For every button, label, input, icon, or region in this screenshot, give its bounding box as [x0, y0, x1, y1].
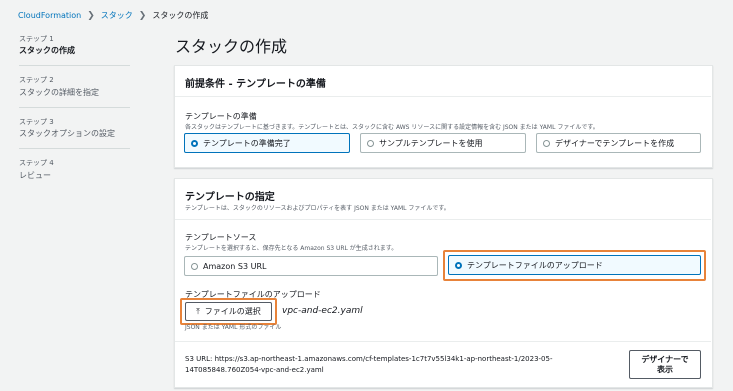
step-3-title: スタックオプションの設定 [19, 129, 115, 138]
radio-selected-icon [191, 139, 198, 147]
upload-icon: ⤒ [196, 306, 200, 316]
prepare-template-description: 各スタックはテンプレートに基づきます。テンプレートとは、スタックに含む AWS … [185, 124, 599, 131]
radio-selected-icon [455, 261, 462, 269]
file-format-hint: JSON または YAML 形式のファイル [185, 324, 282, 331]
s3-url-line: 14T085848.760Z054-vpc-and-ec2.yaml [185, 366, 324, 374]
source-option-s3-url[interactable]: Amazon S3 URL [184, 256, 438, 276]
template-source-description: テンプレートを選択すると、保存先となる Amazon S3 URL が生成されま… [185, 245, 398, 252]
step-1-number: ステップ 1 [19, 35, 54, 43]
choose-file-button[interactable]: ⤒ ファイルの選択 [185, 302, 272, 321]
step-1-title: スタックの作成 [19, 46, 75, 55]
step-divider [19, 107, 130, 108]
option-label: テンプレートの準備完了 [203, 138, 291, 148]
step-4-number: ステップ 4 [19, 159, 54, 167]
designer-button-label: 表示 [657, 364, 673, 374]
breadcrumb-current: スタックの作成 [152, 11, 209, 20]
s3-url-text: S3 URL: https://s3.ap-northeast-1.amazon… [185, 354, 552, 376]
step-divider [19, 148, 130, 149]
chevron-right-icon: ❯ [87, 10, 95, 21]
option-create-in-designer[interactable]: デザイナーでテンプレートを作成 [536, 133, 701, 153]
option-label: Amazon S3 URL [203, 261, 267, 271]
radio-empty-icon [543, 139, 550, 147]
prepare-template-label: テンプレートの準備 [185, 112, 257, 121]
s3-url-line: S3 URL: https://s3.ap-northeast-1.amazon… [185, 355, 553, 363]
view-in-designer-button[interactable]: デザイナーで 表示 [629, 350, 701, 379]
step-3-number: ステップ 3 [19, 118, 54, 126]
option-use-sample-template[interactable]: サンプルテンプレートを使用 [360, 133, 526, 153]
prerequisite-heading: 前提条件 - テンプレートの準備 [185, 79, 326, 90]
step-2-title: スタックの詳細を指定 [19, 88, 99, 97]
specify-template-heading: テンプレートの指定 [185, 192, 275, 203]
page-title: スタックの作成 [175, 37, 288, 56]
panel-divider [175, 341, 711, 342]
choose-file-label: ファイルの選択 [204, 307, 261, 316]
breadcrumb: CloudFormation ❯ スタック ❯ スタックの作成 [18, 10, 208, 21]
specify-template-description: テンプレートは、スタックのリソースおよびプロパティを表す JSON または YA… [185, 205, 450, 212]
panel-divider [175, 96, 711, 97]
source-option-upload-file[interactable]: テンプレートファイルのアップロード [448, 255, 701, 275]
step-divider [19, 65, 130, 66]
breadcrumb-cloudformation-link[interactable]: CloudFormation [18, 11, 81, 20]
option-label: サンプルテンプレートを使用 [379, 138, 483, 148]
option-label: テンプレートファイルのアップロード [467, 260, 603, 270]
breadcrumb-stacks-link[interactable]: スタック [101, 10, 133, 21]
designer-button-label: デザイナーで [641, 354, 689, 364]
step-4-title: レビュー [19, 171, 51, 180]
template-source-label: テンプレートソース [185, 233, 257, 242]
option-template-ready[interactable]: テンプレートの準備完了 [184, 133, 350, 153]
selected-file-name: vpc-and-ec2.yaml [282, 306, 363, 316]
step-2-number: ステップ 2 [19, 76, 54, 84]
radio-empty-icon [367, 139, 374, 147]
chevron-right-icon: ❯ [138, 10, 147, 21]
option-label: デザイナーでテンプレートを作成 [555, 138, 675, 148]
panel-divider [175, 219, 711, 220]
radio-empty-icon [191, 262, 198, 270]
